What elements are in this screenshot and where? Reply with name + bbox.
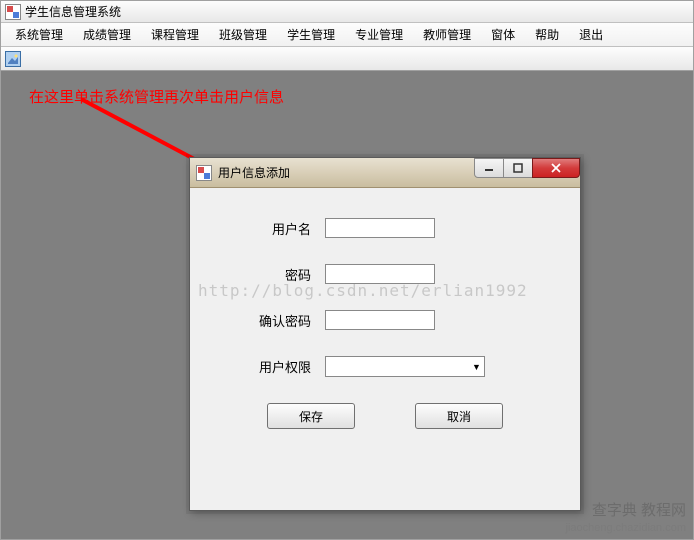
cancel-button[interactable]: 取消 [415,403,503,429]
main-title: 学生信息管理系统 [25,3,121,20]
menu-classes[interactable]: 班级管理 [209,22,277,47]
username-label: 用户名 [210,219,325,238]
username-input[interactable] [325,218,435,238]
main-window: 学生信息管理系统 系统管理 成绩管理 课程管理 班级管理 学生管理 专业管理 教… [0,0,694,540]
toolbar [1,47,693,71]
confirm-password-input[interactable] [325,310,435,330]
maximize-button[interactable] [503,158,533,178]
role-combobox[interactable]: ▼ [325,356,485,377]
menu-window[interactable]: 窗体 [481,22,525,47]
dialog-icon [196,165,212,181]
role-label: 用户权限 [210,357,325,376]
window-controls [475,158,580,178]
app-icon [5,4,21,20]
confirm-password-label: 确认密码 [210,311,325,330]
menu-help[interactable]: 帮助 [525,22,569,47]
menu-system[interactable]: 系统管理 [5,22,73,47]
mdi-area: 在这里单击系统管理再次单击用户信息 用户信息添加 [1,71,693,539]
menu-students[interactable]: 学生管理 [277,22,345,47]
close-button[interactable] [532,158,580,178]
password-input[interactable] [325,264,435,284]
main-title-bar: 学生信息管理系统 [1,1,693,23]
picture-icon[interactable] [5,51,21,67]
menu-grades[interactable]: 成绩管理 [73,22,141,47]
menu-bar: 系统管理 成绩管理 课程管理 班级管理 学生管理 专业管理 教师管理 窗体 帮助… [1,23,693,47]
chevron-down-icon: ▼ [469,357,484,376]
menu-majors[interactable]: 专业管理 [345,22,413,47]
menu-teachers[interactable]: 教师管理 [413,22,481,47]
minimize-button[interactable] [474,158,504,178]
form-area: 用户名 密码 确认密码 用户权限 ▼ [190,188,580,439]
password-label: 密码 [210,265,325,284]
menu-exit[interactable]: 退出 [569,22,613,47]
annotation-text: 在这里单击系统管理再次单击用户信息 [29,86,284,107]
save-button[interactable]: 保存 [267,403,355,429]
menu-courses[interactable]: 课程管理 [141,22,209,47]
dialog-title-bar[interactable]: 用户信息添加 [190,158,580,188]
add-user-dialog: 用户信息添加 用户名 [189,157,581,511]
dialog-title: 用户信息添加 [218,164,290,181]
